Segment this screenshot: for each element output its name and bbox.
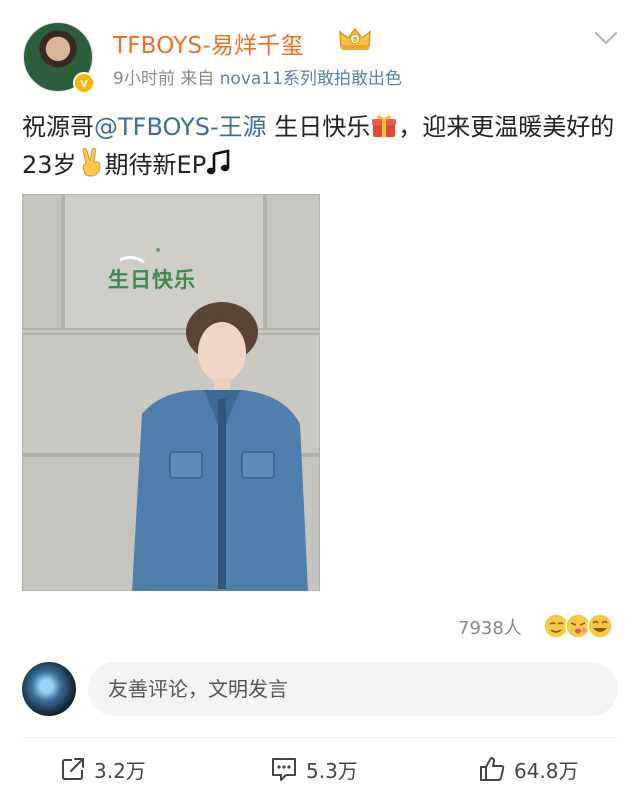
post-text-segment: 祝源哥 xyxy=(22,113,94,141)
like-icon xyxy=(480,757,505,781)
share-count: 3.2万 xyxy=(94,758,146,783)
divider xyxy=(22,737,618,738)
reaction-faces-icon xyxy=(543,613,613,639)
photo-caption: 生日快乐 xyxy=(108,268,196,292)
svg-text:8: 8 xyxy=(353,36,358,44)
post-text-segment: 期待新EP xyxy=(104,151,207,179)
source-device[interactable]: nova11系列敢拍敢出色 xyxy=(220,69,402,89)
post-time: 9小时前 xyxy=(113,69,175,89)
reaction-count: 7938人 xyxy=(458,618,522,639)
current-user-avatar[interactable] xyxy=(22,662,76,716)
like-count: 64.8万 xyxy=(514,758,579,783)
post-header: v TFBOYS-易烊千玺 8 9小时前 来自 nova11系列敢拍敢出色 xyxy=(0,0,640,100)
like-button[interactable]: 64.8万 xyxy=(478,752,579,786)
music-note-icon xyxy=(206,149,230,175)
post-photo[interactable]: 生日快乐 xyxy=(22,194,320,591)
verified-badge-icon: v xyxy=(73,72,95,94)
comment-count: 5.3万 xyxy=(306,758,358,783)
share-icon xyxy=(62,758,84,780)
source-prefix: 来自 xyxy=(180,69,215,89)
crown-badge-icon[interactable]: 8 xyxy=(338,26,372,52)
photo-scene xyxy=(22,194,320,591)
post-text: 祝源哥@TFBOYS-王源 生日快乐 ，迎来更温暖美好的23岁 期待新EP xyxy=(22,108,622,184)
author-name[interactable]: TFBOYS-易烊千玺 xyxy=(113,26,304,60)
chevron-down-icon[interactable] xyxy=(594,30,618,46)
post-text-segment: 生日快乐 xyxy=(266,113,371,141)
comment-input[interactable]: 友善评论，文明发言 xyxy=(88,662,618,716)
share-button[interactable]: 3.2万 xyxy=(60,752,146,786)
comment-button[interactable]: 5.3万 xyxy=(270,752,358,786)
post-meta: 9小时前 来自 nova11系列敢拍敢出色 xyxy=(113,64,402,89)
comment-icon xyxy=(272,758,296,781)
mention-link[interactable]: @TFBOYS-王源 xyxy=(94,113,267,141)
victory-hand-emoji-icon xyxy=(82,147,101,177)
gift-emoji-icon xyxy=(372,115,397,137)
